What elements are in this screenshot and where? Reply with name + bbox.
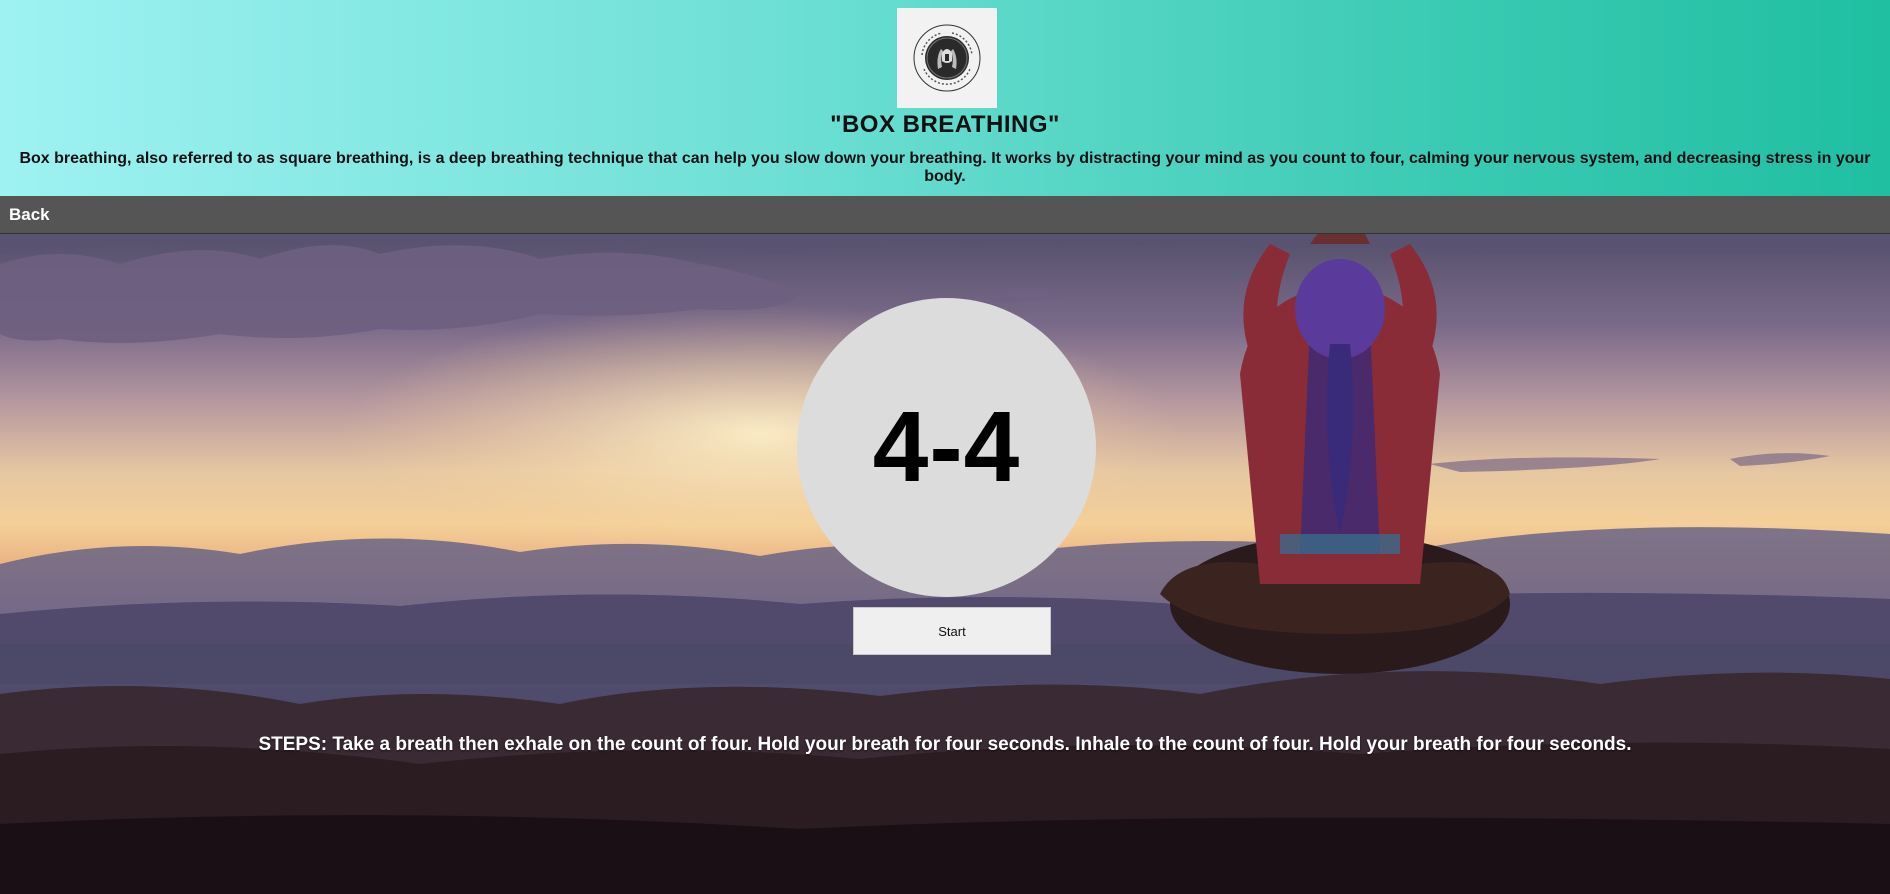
breathing-circle: 4-4 (797, 298, 1096, 597)
navbar: Back (0, 196, 1890, 234)
steps-instructions: STEPS: Take a breath then exhale on the … (258, 734, 1632, 755)
background-scene: 4-4 Start STEPS: Take a breath then exha… (0, 234, 1890, 894)
hands-circle-logo-icon (913, 24, 981, 92)
back-link[interactable]: Back (9, 205, 50, 225)
start-button[interactable]: Start (853, 607, 1051, 655)
page-description: Box breathing, also referred to as squar… (19, 150, 1871, 185)
breath-counter: 4-4 (872, 391, 1021, 503)
page-title: "BOX BREATHING" (830, 111, 1060, 138)
logo (897, 8, 997, 108)
meditating-figure (1160, 234, 1510, 674)
page-header: "BOX BREATHING" Box breathing, also refe… (0, 0, 1890, 196)
